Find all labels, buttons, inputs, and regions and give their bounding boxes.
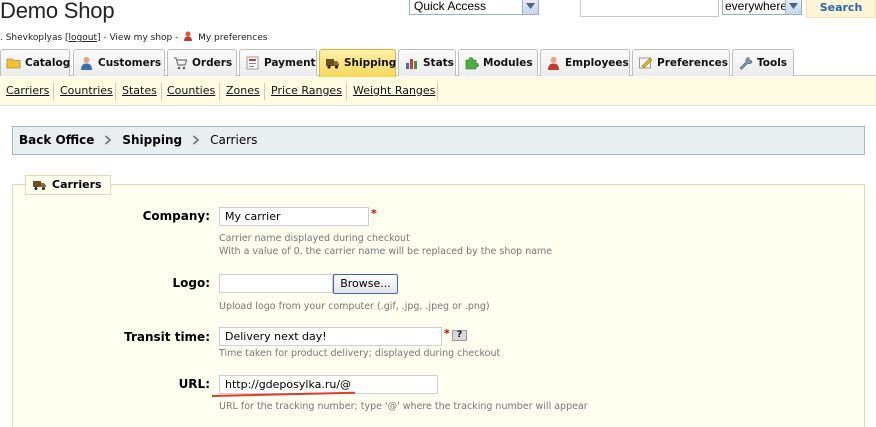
transit-time-input[interactable]: Delivery next day! — [219, 327, 442, 346]
truck-icon — [33, 181, 46, 190]
breadcrumb-back-office[interactable]: Back Office — [19, 133, 94, 147]
tab-tools[interactable]: Tools — [732, 49, 794, 76]
subtab-divider — [53, 83, 54, 100]
logo-label: Logo: — [172, 276, 210, 290]
tracking-url-input[interactable]: http://gdeposylka.ru/@ — [219, 375, 438, 394]
shop-title: Demo Shop — [0, 0, 115, 23]
url-label: URL: — [178, 377, 210, 391]
breadcrumb: Back Office Shipping Carriers — [12, 126, 865, 155]
payment-icon — [246, 56, 259, 70]
company-hint-2: With a value of 0, the carrier name will… — [219, 246, 553, 257]
chevron-down-icon[interactable] — [785, 0, 801, 14]
search-scope-select[interactable]: everywhere — [722, 0, 802, 15]
search-scope-value: everywhere — [725, 0, 788, 13]
logo-hint: Upload logo from your computer (.gif, .j… — [219, 301, 490, 312]
subtab-carriers[interactable]: Carriers — [6, 84, 49, 97]
company-label: Company: — [142, 209, 210, 223]
transit-time-label: Transit time: — [124, 330, 210, 344]
required-mark: * — [444, 327, 450, 340]
tab-catalog[interactable]: Catalog — [0, 49, 70, 76]
my-preferences-link[interactable]: My preferences — [198, 33, 267, 43]
puzzle-icon — [465, 57, 479, 70]
subtab-divider — [346, 83, 347, 100]
preferences-icon — [639, 57, 653, 69]
company-hint-1: Carrier name displayed during checkout — [219, 233, 410, 244]
employee-icon — [548, 57, 559, 70]
subtab-weight-ranges[interactable]: Weight Ranges — [353, 84, 435, 97]
tab-payment[interactable]: Payment — [239, 49, 317, 76]
transit-time-hint: Time taken for product delivery; display… — [219, 348, 501, 359]
company-input[interactable]: My carrier — [219, 207, 369, 226]
subtab-counties[interactable]: Counties — [167, 84, 215, 97]
wrench-icon — [739, 57, 753, 70]
tab-stats[interactable]: Stats — [398, 49, 456, 76]
subtab-divider — [219, 83, 220, 100]
chevron-down-icon[interactable] — [522, 0, 538, 14]
user-preferences-icon — [184, 31, 193, 41]
subtab-divider — [437, 83, 438, 100]
subtab-countries[interactable]: Countries — [60, 84, 113, 97]
browse-button[interactable]: Browse... — [333, 274, 398, 294]
tab-orders[interactable]: Orders — [167, 49, 237, 76]
truck-icon — [326, 59, 339, 69]
tab-employees[interactable]: Employees — [540, 49, 630, 76]
tab-modules[interactable]: Modules — [458, 49, 538, 76]
section-legend: Carriers — [25, 175, 111, 195]
chevron-right-icon — [105, 135, 112, 145]
help-icon[interactable]: ? — [452, 330, 467, 341]
breadcrumb-shipping[interactable]: Shipping — [122, 133, 182, 147]
subtab-divider — [115, 83, 116, 100]
subtab-divider — [161, 83, 162, 100]
tab-customers[interactable]: Customers — [73, 49, 165, 76]
user-info-line: . Shevkoplyas [logout] - View my shop - … — [0, 31, 267, 43]
breadcrumb-current: Carriers — [210, 133, 258, 147]
subtabs-bar: Carriers Countries States Counties Zones… — [0, 77, 876, 106]
search-input[interactable] — [580, 0, 719, 17]
subtab-divider — [264, 83, 265, 100]
user-icon — [81, 57, 92, 70]
logo-file-input[interactable] — [219, 274, 333, 293]
subtab-price-ranges[interactable]: Price Ranges — [271, 84, 342, 97]
subtab-zones[interactable]: Zones — [226, 84, 260, 97]
tracking-url-hint: URL for the tracking number; type '@' wh… — [219, 401, 588, 412]
tab-preferences[interactable]: Preferences — [632, 49, 730, 76]
chart-icon — [406, 59, 417, 69]
quick-access-value: Quick Access — [414, 0, 487, 13]
subtab-states[interactable]: States — [122, 84, 157, 97]
folder-icon — [6, 58, 21, 69]
user-mid: ] - View my shop - — [96, 33, 179, 43]
search-button[interactable]: Search — [806, 0, 876, 18]
quick-access-select[interactable]: Quick Access — [409, 0, 539, 15]
tab-shipping[interactable]: Shipping — [319, 49, 396, 77]
required-mark: * — [371, 207, 377, 220]
user-prefix: . Shevkoplyas [ — [0, 33, 69, 43]
cart-icon — [174, 57, 188, 70]
chevron-right-icon — [192, 135, 200, 145]
main-tabs: Catalog Customers Orders Payment Shippin… — [0, 49, 876, 77]
logout-link[interactable]: logout — [69, 33, 97, 43]
